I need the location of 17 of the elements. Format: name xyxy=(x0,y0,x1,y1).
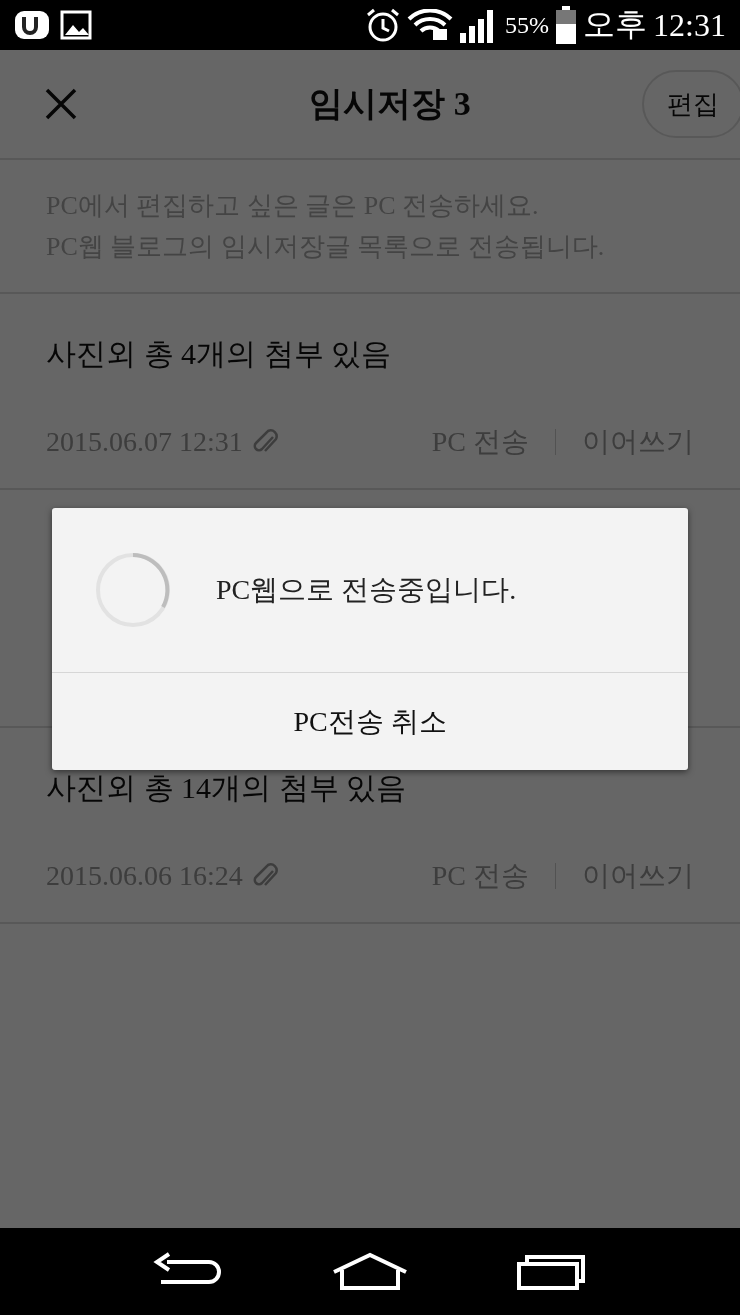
home-icon[interactable] xyxy=(330,1251,410,1292)
post-title[interactable]: 사진외 총 14개의 첨부 있음 xyxy=(46,768,694,809)
page-title: 임시저장 3 xyxy=(309,84,471,124)
close-icon[interactable] xyxy=(44,87,78,121)
wifi-icon xyxy=(407,9,454,41)
battery-percent: 55% xyxy=(505,11,550,39)
carrier-logo-icon xyxy=(14,10,50,40)
dialog-message: PC웹으로 전송중입니다. xyxy=(216,573,517,607)
clock-time: 12:31 xyxy=(653,6,726,44)
clock-ampm: 오후 xyxy=(583,5,648,44)
alarm-icon xyxy=(365,7,402,43)
edit-button[interactable]: 편집 xyxy=(642,70,740,138)
battery-icon xyxy=(555,6,578,44)
loading-spinner-icon xyxy=(94,551,172,629)
cancel-button[interactable]: PC전송 취소 xyxy=(52,673,688,770)
image-icon xyxy=(60,10,92,40)
post-title[interactable]: 사진외 총 4개의 첨부 있음 xyxy=(46,334,694,375)
